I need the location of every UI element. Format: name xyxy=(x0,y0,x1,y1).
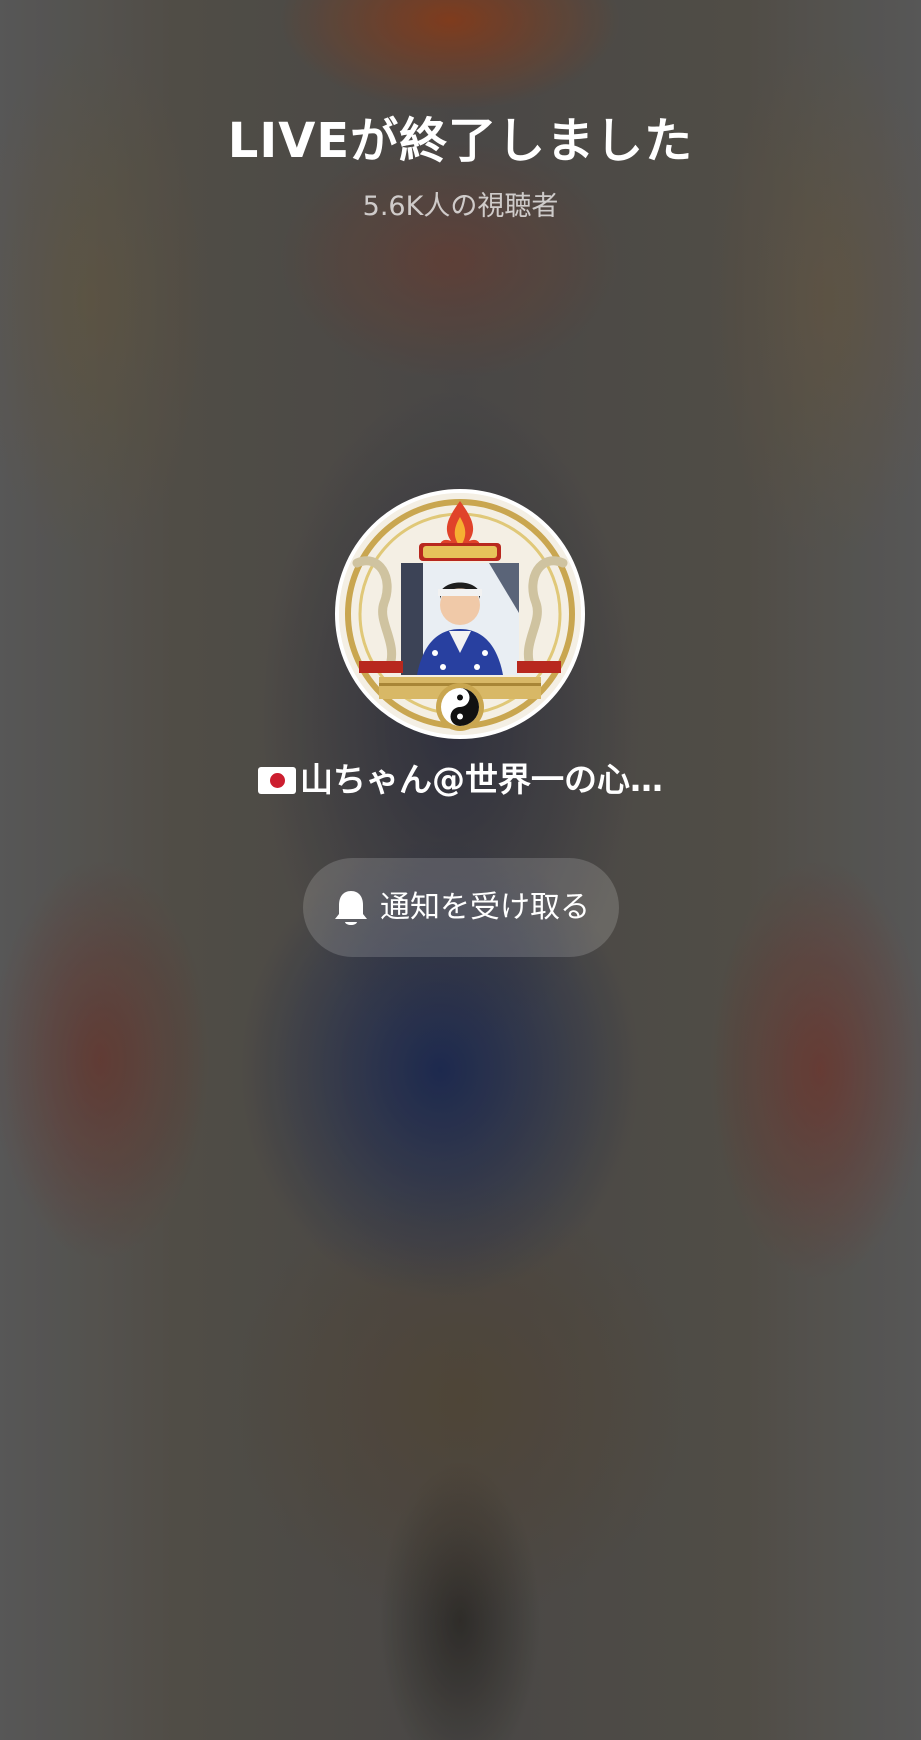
live-ended-screen: LIVEが終了しました 5.6K人の視聴者 山ちゃん@世界一の心… 通知を受け取… xyxy=(0,0,921,1740)
bell-icon xyxy=(335,890,367,925)
viewer-count: 5.6K人の視聴者 xyxy=(362,191,559,222)
avatar-image xyxy=(339,493,581,735)
live-ended-title: LIVEが終了しました xyxy=(227,113,694,169)
japan-flag-icon xyxy=(258,767,296,794)
notify-button[interactable]: 通知を受け取る xyxy=(303,858,619,957)
host-username: 山ちゃん@世界一の心… xyxy=(300,760,663,799)
notify-button-label: 通知を受け取る xyxy=(380,889,590,925)
host-username-row[interactable]: 山ちゃん@世界一の心… xyxy=(0,759,921,802)
host-avatar[interactable] xyxy=(335,489,585,739)
